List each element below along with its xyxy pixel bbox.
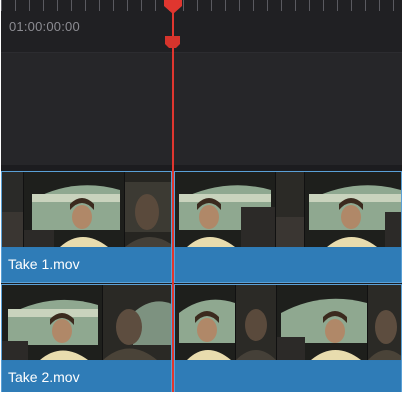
clip-label-bar: Take 2.mov — [2, 361, 171, 392]
clip-take-1-right[interactable] — [174, 171, 402, 283]
clip-label-bar: Take 1.mov — [2, 248, 171, 282]
clip-filmstrip — [2, 172, 171, 247]
video-thumbnail-icon — [175, 172, 276, 247]
playhead-line[interactable] — [172, 0, 174, 392]
clip-filmstrip — [2, 285, 171, 360]
clip-filmstrip — [175, 285, 401, 360]
video-thumbnail-icon — [2, 285, 103, 360]
ruler-ticks — [1, 0, 402, 11]
clip-take-2-right[interactable] — [174, 284, 402, 392]
video-thumbnail-icon — [24, 172, 125, 247]
video-thumbnail-icon — [276, 172, 305, 247]
timeline-marker-icon[interactable] — [165, 36, 180, 48]
playhead-handle-icon[interactable] — [164, 0, 182, 14]
video-thumbnail-icon — [125, 172, 171, 247]
clip-take-2-left[interactable]: Take 2.mov — [1, 284, 172, 392]
clip-filmstrip — [175, 172, 401, 247]
clip-take-1-left[interactable]: Take 1.mov — [1, 171, 172, 283]
clip-label-bar — [175, 361, 401, 392]
timecode-display: 01:00:00:00 — [9, 19, 80, 34]
clip-name: Take 1.mov — [8, 256, 80, 272]
empty-video-track[interactable] — [1, 53, 402, 165]
video-track-2: Take 2.mov — [1, 284, 402, 392]
video-thumbnail-icon — [103, 285, 171, 360]
video-thumbnail-icon — [236, 285, 277, 360]
video-track-1: Take 1.mov — [1, 171, 402, 284]
timeline-ruler[interactable]: 01:00:00:00 — [1, 0, 402, 53]
video-thumbnail-icon — [368, 285, 401, 360]
video-thumbnail-icon — [2, 172, 24, 247]
timeline-panel: 01:00:00:00 Take 1.mov Take 2.mov — [1, 0, 402, 392]
video-thumbnail-icon — [175, 285, 236, 360]
clip-label-bar — [175, 248, 401, 282]
video-thumbnail-icon — [277, 285, 368, 360]
video-thumbnail-icon — [305, 172, 401, 247]
clip-name: Take 2.mov — [8, 369, 80, 385]
